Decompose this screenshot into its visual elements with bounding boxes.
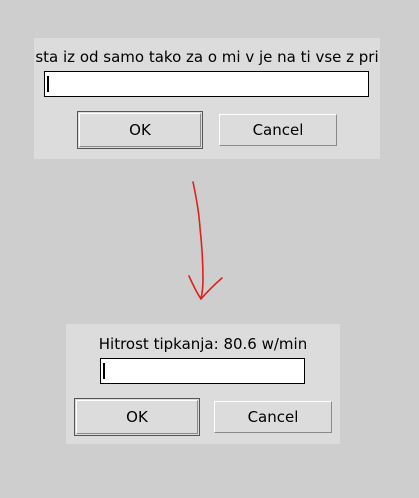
arrow-head xyxy=(188,275,223,300)
typing-prompt-text: sta iz od samo tako za o mi v je na ti v… xyxy=(35,48,379,66)
cancel-button[interactable]: Cancel xyxy=(214,401,332,433)
ok-button[interactable]: OK xyxy=(77,111,203,149)
typing-speed-text: Hitrost tipkanja: 80.6 w/min xyxy=(98,335,308,353)
typing-prompt-dialog: sta iz od samo tako za o mi v je na ti v… xyxy=(34,38,380,159)
typing-result-dialog: Hitrost tipkanja: 80.6 w/min OK Cancel xyxy=(66,324,340,444)
text-cursor xyxy=(103,363,105,379)
cancel-button[interactable]: Cancel xyxy=(219,114,337,146)
typing-input-field[interactable] xyxy=(44,71,369,97)
text-cursor xyxy=(47,76,49,92)
result-input-field[interactable] xyxy=(100,358,305,384)
arrow-shaft xyxy=(192,181,204,300)
ok-button[interactable]: OK xyxy=(74,398,200,436)
